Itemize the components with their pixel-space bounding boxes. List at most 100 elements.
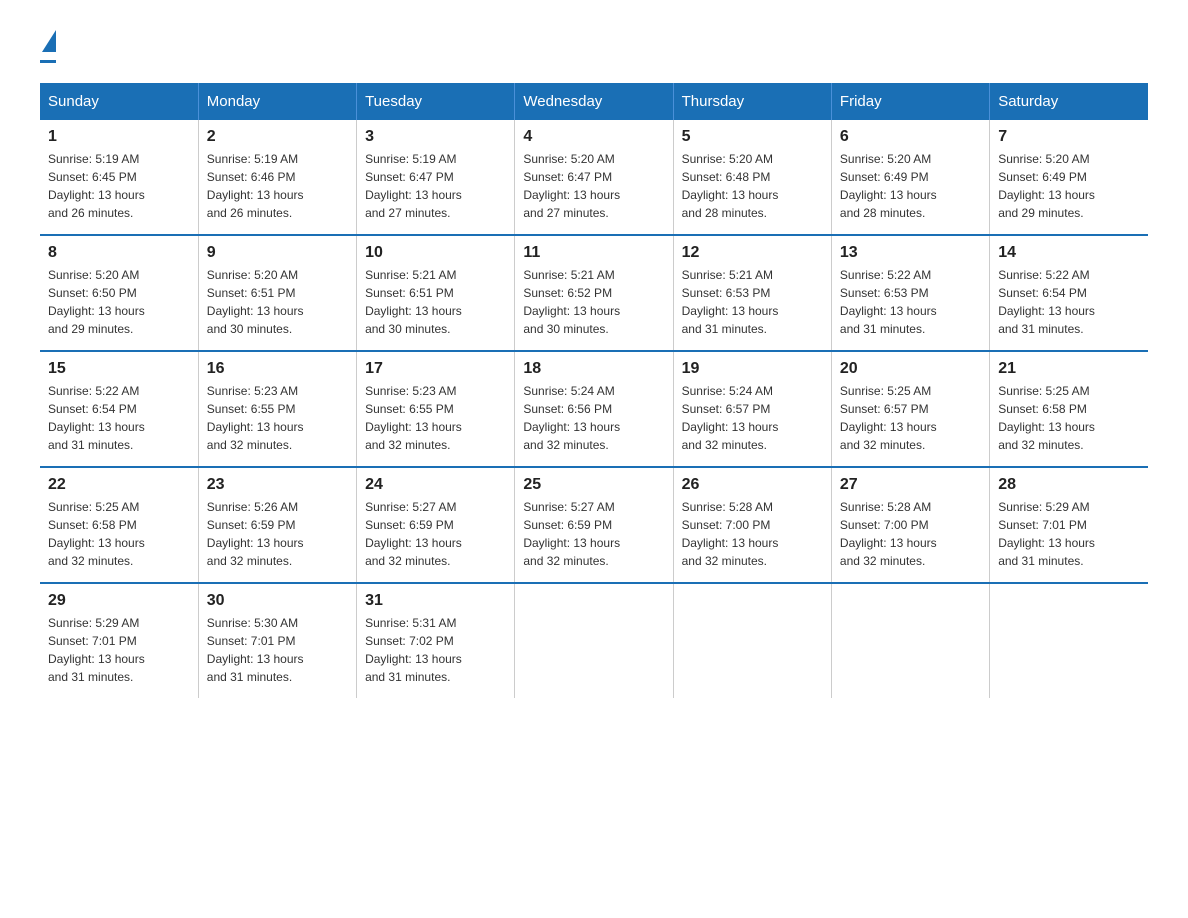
calendar-cell: 26 Sunrise: 5:28 AMSunset: 7:00 PMDaylig… (673, 467, 831, 583)
calendar-cell: 1 Sunrise: 5:19 AMSunset: 6:45 PMDayligh… (40, 120, 198, 235)
day-info: Sunrise: 5:22 AMSunset: 6:54 PMDaylight:… (48, 382, 190, 454)
day-number: 14 (998, 244, 1140, 262)
day-info: Sunrise: 5:25 AMSunset: 6:58 PMDaylight:… (998, 382, 1140, 454)
day-number: 19 (682, 360, 823, 378)
day-number: 18 (523, 360, 664, 378)
calendar-week-row: 15 Sunrise: 5:22 AMSunset: 6:54 PMDaylig… (40, 351, 1148, 467)
day-number: 12 (682, 244, 823, 262)
day-info: Sunrise: 5:21 AMSunset: 6:51 PMDaylight:… (365, 266, 506, 338)
calendar-cell: 14 Sunrise: 5:22 AMSunset: 6:54 PMDaylig… (990, 235, 1148, 351)
day-number: 30 (207, 592, 348, 610)
day-number: 23 (207, 476, 348, 494)
logo-triangle-icon (42, 30, 56, 52)
day-info: Sunrise: 5:20 AMSunset: 6:47 PMDaylight:… (523, 150, 664, 222)
day-number: 2 (207, 128, 348, 146)
calendar-week-row: 22 Sunrise: 5:25 AMSunset: 6:58 PMDaylig… (40, 467, 1148, 583)
day-info: Sunrise: 5:31 AMSunset: 7:02 PMDaylight:… (365, 614, 506, 686)
calendar-cell: 7 Sunrise: 5:20 AMSunset: 6:49 PMDayligh… (990, 120, 1148, 235)
calendar-table: SundayMondayTuesdayWednesdayThursdayFrid… (40, 83, 1148, 698)
calendar-cell: 5 Sunrise: 5:20 AMSunset: 6:48 PMDayligh… (673, 120, 831, 235)
day-number: 24 (365, 476, 506, 494)
day-info: Sunrise: 5:20 AMSunset: 6:51 PMDaylight:… (207, 266, 348, 338)
day-number: 1 (48, 128, 190, 146)
logo (40, 30, 56, 63)
calendar-cell: 21 Sunrise: 5:25 AMSunset: 6:58 PMDaylig… (990, 351, 1148, 467)
day-info: Sunrise: 5:19 AMSunset: 6:47 PMDaylight:… (365, 150, 506, 222)
day-info: Sunrise: 5:21 AMSunset: 6:52 PMDaylight:… (523, 266, 664, 338)
calendar-cell: 16 Sunrise: 5:23 AMSunset: 6:55 PMDaylig… (198, 351, 356, 467)
day-number: 17 (365, 360, 506, 378)
calendar-cell: 23 Sunrise: 5:26 AMSunset: 6:59 PMDaylig… (198, 467, 356, 583)
weekday-header-tuesday: Tuesday (357, 83, 515, 120)
calendar-cell: 24 Sunrise: 5:27 AMSunset: 6:59 PMDaylig… (357, 467, 515, 583)
calendar-cell: 25 Sunrise: 5:27 AMSunset: 6:59 PMDaylig… (515, 467, 673, 583)
calendar-week-row: 8 Sunrise: 5:20 AMSunset: 6:50 PMDayligh… (40, 235, 1148, 351)
weekday-header-friday: Friday (831, 83, 989, 120)
day-number: 31 (365, 592, 506, 610)
calendar-cell: 11 Sunrise: 5:21 AMSunset: 6:52 PMDaylig… (515, 235, 673, 351)
calendar-cell: 4 Sunrise: 5:20 AMSunset: 6:47 PMDayligh… (515, 120, 673, 235)
calendar-cell: 15 Sunrise: 5:22 AMSunset: 6:54 PMDaylig… (40, 351, 198, 467)
calendar-cell: 22 Sunrise: 5:25 AMSunset: 6:58 PMDaylig… (40, 467, 198, 583)
day-number: 15 (48, 360, 190, 378)
logo-underline (40, 60, 56, 63)
day-number: 25 (523, 476, 664, 494)
day-info: Sunrise: 5:23 AMSunset: 6:55 PMDaylight:… (207, 382, 348, 454)
day-info: Sunrise: 5:20 AMSunset: 6:50 PMDaylight:… (48, 266, 190, 338)
day-number: 13 (840, 244, 981, 262)
day-info: Sunrise: 5:30 AMSunset: 7:01 PMDaylight:… (207, 614, 348, 686)
day-number: 9 (207, 244, 348, 262)
day-number: 29 (48, 592, 190, 610)
calendar-week-row: 1 Sunrise: 5:19 AMSunset: 6:45 PMDayligh… (40, 120, 1148, 235)
day-number: 7 (998, 128, 1140, 146)
day-info: Sunrise: 5:24 AMSunset: 6:57 PMDaylight:… (682, 382, 823, 454)
weekday-header-monday: Monday (198, 83, 356, 120)
day-number: 27 (840, 476, 981, 494)
calendar-cell: 27 Sunrise: 5:28 AMSunset: 7:00 PMDaylig… (831, 467, 989, 583)
weekday-header-wednesday: Wednesday (515, 83, 673, 120)
day-info: Sunrise: 5:20 AMSunset: 6:48 PMDaylight:… (682, 150, 823, 222)
calendar-cell: 8 Sunrise: 5:20 AMSunset: 6:50 PMDayligh… (40, 235, 198, 351)
page-header (40, 30, 1148, 63)
weekday-header-thursday: Thursday (673, 83, 831, 120)
calendar-cell: 20 Sunrise: 5:25 AMSunset: 6:57 PMDaylig… (831, 351, 989, 467)
day-info: Sunrise: 5:29 AMSunset: 7:01 PMDaylight:… (48, 614, 190, 686)
calendar-cell: 3 Sunrise: 5:19 AMSunset: 6:47 PMDayligh… (357, 120, 515, 235)
day-info: Sunrise: 5:25 AMSunset: 6:57 PMDaylight:… (840, 382, 981, 454)
calendar-cell: 31 Sunrise: 5:31 AMSunset: 7:02 PMDaylig… (357, 583, 515, 698)
day-info: Sunrise: 5:22 AMSunset: 6:53 PMDaylight:… (840, 266, 981, 338)
calendar-cell: 18 Sunrise: 5:24 AMSunset: 6:56 PMDaylig… (515, 351, 673, 467)
calendar-cell: 6 Sunrise: 5:20 AMSunset: 6:49 PMDayligh… (831, 120, 989, 235)
day-info: Sunrise: 5:28 AMSunset: 7:00 PMDaylight:… (840, 498, 981, 570)
calendar-cell: 9 Sunrise: 5:20 AMSunset: 6:51 PMDayligh… (198, 235, 356, 351)
calendar-cell: 17 Sunrise: 5:23 AMSunset: 6:55 PMDaylig… (357, 351, 515, 467)
day-info: Sunrise: 5:26 AMSunset: 6:59 PMDaylight:… (207, 498, 348, 570)
day-info: Sunrise: 5:20 AMSunset: 6:49 PMDaylight:… (840, 150, 981, 222)
calendar-cell: 10 Sunrise: 5:21 AMSunset: 6:51 PMDaylig… (357, 235, 515, 351)
day-info: Sunrise: 5:19 AMSunset: 6:45 PMDaylight:… (48, 150, 190, 222)
calendar-cell (831, 583, 989, 698)
calendar-cell (515, 583, 673, 698)
day-info: Sunrise: 5:25 AMSunset: 6:58 PMDaylight:… (48, 498, 190, 570)
day-number: 5 (682, 128, 823, 146)
calendar-cell: 19 Sunrise: 5:24 AMSunset: 6:57 PMDaylig… (673, 351, 831, 467)
calendar-cell: 28 Sunrise: 5:29 AMSunset: 7:01 PMDaylig… (990, 467, 1148, 583)
day-number: 26 (682, 476, 823, 494)
day-info: Sunrise: 5:28 AMSunset: 7:00 PMDaylight:… (682, 498, 823, 570)
day-info: Sunrise: 5:19 AMSunset: 6:46 PMDaylight:… (207, 150, 348, 222)
day-number: 21 (998, 360, 1140, 378)
weekday-header-saturday: Saturday (990, 83, 1148, 120)
day-number: 4 (523, 128, 664, 146)
calendar-cell: 2 Sunrise: 5:19 AMSunset: 6:46 PMDayligh… (198, 120, 356, 235)
calendar-cell: 13 Sunrise: 5:22 AMSunset: 6:53 PMDaylig… (831, 235, 989, 351)
day-info: Sunrise: 5:24 AMSunset: 6:56 PMDaylight:… (523, 382, 664, 454)
day-info: Sunrise: 5:23 AMSunset: 6:55 PMDaylight:… (365, 382, 506, 454)
day-info: Sunrise: 5:22 AMSunset: 6:54 PMDaylight:… (998, 266, 1140, 338)
calendar-cell: 12 Sunrise: 5:21 AMSunset: 6:53 PMDaylig… (673, 235, 831, 351)
calendar-cell (673, 583, 831, 698)
calendar-week-row: 29 Sunrise: 5:29 AMSunset: 7:01 PMDaylig… (40, 583, 1148, 698)
calendar-cell (990, 583, 1148, 698)
day-number: 6 (840, 128, 981, 146)
day-number: 11 (523, 244, 664, 262)
calendar-cell: 30 Sunrise: 5:30 AMSunset: 7:01 PMDaylig… (198, 583, 356, 698)
